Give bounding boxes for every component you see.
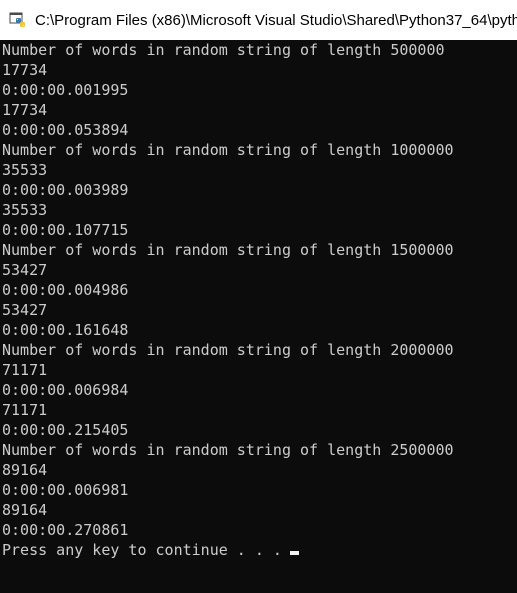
console-line: 71171	[2, 361, 48, 379]
python-console-icon	[9, 12, 25, 27]
console-line: 35533	[2, 201, 48, 219]
console-line: 71171	[2, 401, 48, 419]
console-line: 53427	[2, 261, 48, 279]
console-line: 0:00:00.053894	[2, 121, 129, 139]
continue-prompt: Press any key to continue . . .	[2, 541, 282, 559]
console-line: 0:00:00.001995	[2, 81, 129, 99]
console-line: 0:00:00.006984	[2, 381, 129, 399]
console-line: 0:00:00.006981	[2, 481, 129, 499]
console-line: 17734	[2, 61, 48, 79]
console-line: 0:00:00.004986	[2, 281, 129, 299]
console-line: Number of words in random string of leng…	[2, 341, 454, 359]
console-window: C:\Program Files (x86)\Microsoft Visual …	[0, 0, 517, 593]
console-line: 0:00:00.161648	[2, 321, 129, 339]
prompt-line: Press any key to continue . . .	[2, 540, 517, 560]
console-line: 35533	[2, 161, 48, 179]
text-cursor	[289, 551, 299, 555]
console-line: 53427	[2, 301, 48, 319]
console-line: Number of words in random string of leng…	[2, 241, 454, 259]
window-title: C:\Program Files (x86)\Microsoft Visual …	[35, 11, 517, 29]
console-line: 0:00:00.107715	[2, 221, 129, 239]
console-line: 0:00:00.003989	[2, 181, 129, 199]
console-line: 0:00:00.215405	[2, 421, 129, 439]
console-line: 89164	[2, 501, 48, 519]
title-bar[interactable]: C:\Program Files (x86)\Microsoft Visual …	[0, 0, 517, 40]
console-output[interactable]: Number of words in random string of leng…	[0, 40, 517, 593]
console-line: Number of words in random string of leng…	[2, 41, 445, 59]
console-line: 89164	[2, 461, 48, 479]
console-line: 17734	[2, 101, 48, 119]
console-line: 0:00:00.270861	[2, 521, 129, 539]
console-line: Number of words in random string of leng…	[2, 441, 454, 459]
console-line: Number of words in random string of leng…	[2, 141, 454, 159]
